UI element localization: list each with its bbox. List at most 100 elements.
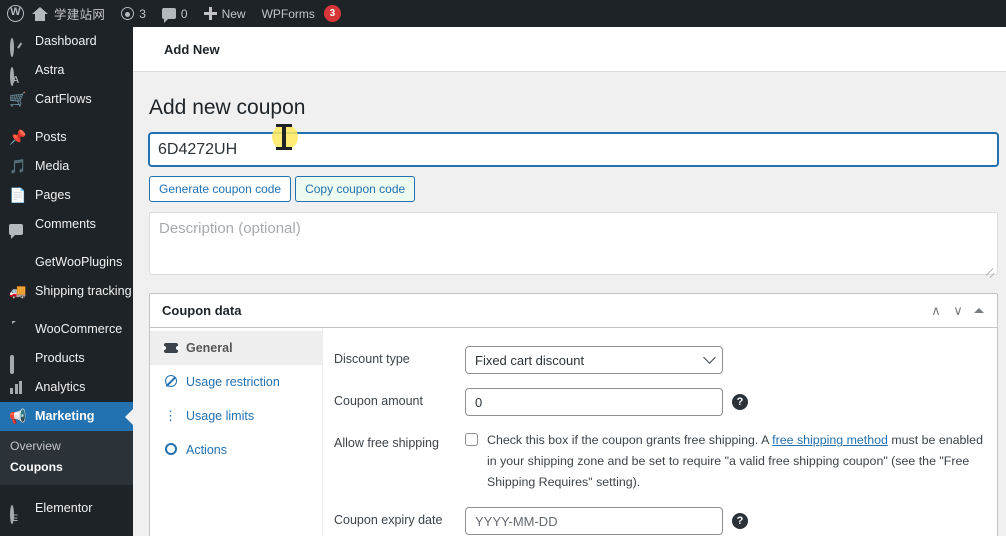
- tab-usage-restriction[interactable]: Usage restriction: [150, 365, 322, 399]
- coupon-amount-label: Coupon amount: [334, 394, 423, 409]
- media-icon: 🎵: [9, 158, 27, 174]
- coupon-code-input[interactable]: [149, 133, 998, 167]
- tab-general[interactable]: General: [150, 331, 322, 366]
- field-row-expiry-date: Coupon expiry date ?: [323, 500, 997, 536]
- dashboard-icon: [9, 33, 26, 57]
- field-row-discount-type: Discount type Fixed cart discount: [323, 339, 997, 381]
- sidebar-item-label: Analytics: [35, 380, 86, 394]
- comments-menu[interactable]: 0: [154, 0, 196, 27]
- main-content: Add new coupon Generate coupon code Copy…: [133, 72, 1006, 536]
- admin-sidebar: Dashboard Astra 🛒 CartFlows 📌 Posts 🎵 Me…: [0, 27, 133, 536]
- sidebar-item-getwooplugins[interactable]: GetWooPlugins: [0, 248, 133, 277]
- sidebar-item-woocommerce[interactable]: WooCommerce: [0, 315, 133, 344]
- discount-type-select[interactable]: Fixed cart discount: [465, 346, 723, 375]
- sidebar-item-label: CartFlows: [35, 92, 92, 106]
- sidebar-item-products[interactable]: Products: [0, 344, 133, 374]
- truck-icon: 🚚: [9, 283, 27, 299]
- coupon-data-body: General Usage restriction ⋮ Usage limits…: [150, 328, 997, 536]
- submenu-item-overview[interactable]: Overview: [0, 436, 133, 457]
- wp-logo-menu[interactable]: [0, 0, 32, 27]
- no-entry-icon: [163, 374, 178, 390]
- page-toolbar: Add New: [133, 27, 1006, 72]
- astra-icon: [9, 62, 26, 86]
- gear-icon: [163, 442, 178, 458]
- help-icon[interactable]: ?: [732, 394, 748, 411]
- sidebar-item-label: Media: [35, 159, 70, 173]
- general-fields: Discount type Fixed cart discount Coupon: [323, 328, 997, 536]
- field-row-coupon-amount: Coupon amount ?: [323, 381, 997, 423]
- sidebar-item-dashboard[interactable]: Dashboard: [0, 27, 133, 57]
- coupon-data-panel-header: Coupon data ∧ ∨: [150, 294, 997, 329]
- sidebar-item-label: Pages: [35, 188, 71, 202]
- comments-icon: [9, 216, 26, 239]
- updates-icon: [121, 7, 135, 20]
- wpforms-menu[interactable]: WPForms 3: [254, 0, 349, 27]
- new-label: New: [221, 6, 246, 21]
- elementor-icon: [9, 500, 26, 524]
- comment-icon: [161, 8, 176, 23]
- sidebar-item-label: Products: [35, 351, 85, 365]
- allow-free-shipping-label: Allow free shipping: [334, 436, 439, 451]
- sidebar-item-cartflows[interactable]: 🛒 CartFlows: [0, 85, 133, 114]
- sidebar-item-elementor[interactable]: Elementor: [0, 494, 133, 524]
- allow-free-shipping-checkbox[interactable]: [465, 433, 478, 447]
- tab-actions[interactable]: Actions: [150, 433, 322, 467]
- tab-label: Actions: [186, 443, 227, 458]
- sidebar-item-label: WooCommerce: [35, 322, 123, 336]
- tab-label: Usage limits: [186, 409, 255, 424]
- comments-count: 0: [180, 6, 188, 21]
- updates-menu[interactable]: 3: [113, 0, 154, 27]
- site-name-label: 学建站网: [54, 8, 106, 22]
- expiry-date-input[interactable]: [465, 507, 723, 536]
- sidebar-item-comments[interactable]: Comments: [0, 210, 133, 239]
- coupon-description-textarea[interactable]: [149, 212, 998, 276]
- marketing-submenu: Overview Coupons: [0, 431, 133, 485]
- free-shipping-method-link[interactable]: free shipping method: [772, 433, 888, 447]
- sidebar-item-posts[interactable]: 📌 Posts: [0, 123, 133, 152]
- submenu-item-coupons[interactable]: Coupons: [0, 457, 133, 478]
- coupon-data-tabs: General Usage restriction ⋮ Usage limits…: [150, 328, 323, 536]
- wordpress-logo-icon: [7, 4, 24, 22]
- new-content-menu[interactable]: New: [196, 0, 254, 27]
- triangle-toggle-icon[interactable]: [969, 300, 989, 322]
- tab-usage-limits[interactable]: ⋮ Usage limits: [150, 399, 322, 433]
- coupon-data-panel: Coupon data ∧ ∨ General Usage restrictio…: [149, 293, 998, 536]
- cartflows-icon: 🛒: [9, 91, 27, 107]
- wpforms-badge: 3: [323, 5, 341, 22]
- help-icon[interactable]: ?: [732, 513, 748, 530]
- ticket-icon: [161, 341, 180, 356]
- site-name-menu[interactable]: 学建站网: [32, 0, 113, 27]
- wordpress-admin-screen: 学建站网 3 0 New WPForms 3 Dashboard Astra: [0, 0, 1006, 536]
- sidebar-item-label: Comments: [35, 217, 96, 231]
- generate-coupon-code-button[interactable]: Generate coupon code: [149, 176, 292, 203]
- add-new-label: Add New: [164, 41, 220, 57]
- panel-title: Coupon data: [162, 303, 242, 319]
- sidebar-item-analytics[interactable]: Analytics: [0, 373, 133, 402]
- page-title: Add new coupon: [149, 96, 306, 119]
- admin-bar: 学建站网 3 0 New WPForms 3: [0, 0, 1006, 27]
- sidebar-item-media[interactable]: 🎵 Media: [0, 152, 133, 181]
- sidebar-item-pages[interactable]: 📄 Pages: [0, 181, 133, 210]
- sidebar-item-label: Astra: [35, 63, 65, 77]
- sidebar-item-astra[interactable]: Astra: [0, 56, 133, 86]
- products-icon: [9, 350, 26, 374]
- discount-type-label: Discount type: [334, 352, 410, 367]
- sidebar-item-label: Marketing: [35, 409, 95, 423]
- chevron-up-icon[interactable]: ∧: [925, 300, 947, 322]
- expiry-date-label: Coupon expiry date: [334, 513, 443, 528]
- coupon-amount-input[interactable]: [465, 388, 723, 417]
- sidebar-item-label: Elementor: [35, 501, 93, 515]
- copy-coupon-code-button[interactable]: Copy coupon code: [295, 176, 416, 203]
- plus-icon: [203, 7, 217, 20]
- updates-count: 3: [139, 6, 146, 21]
- megaphone-icon: 📢: [9, 408, 27, 424]
- chevron-down-icon[interactable]: ∨: [947, 300, 969, 322]
- usage-limits-icon: ⋮: [164, 408, 177, 424]
- wpforms-label: WPForms: [261, 6, 315, 21]
- resize-grip-icon[interactable]: [987, 269, 996, 278]
- field-row-allow-free-shipping: Allow free shipping Check this box if th…: [323, 423, 997, 500]
- sidebar-item-shipping-tracking[interactable]: 🚚 Shipping tracking: [0, 277, 133, 306]
- woocommerce-icon: [9, 321, 26, 338]
- tab-label: General: [186, 341, 233, 356]
- sidebar-item-marketing[interactable]: 📢 Marketing: [0, 402, 133, 431]
